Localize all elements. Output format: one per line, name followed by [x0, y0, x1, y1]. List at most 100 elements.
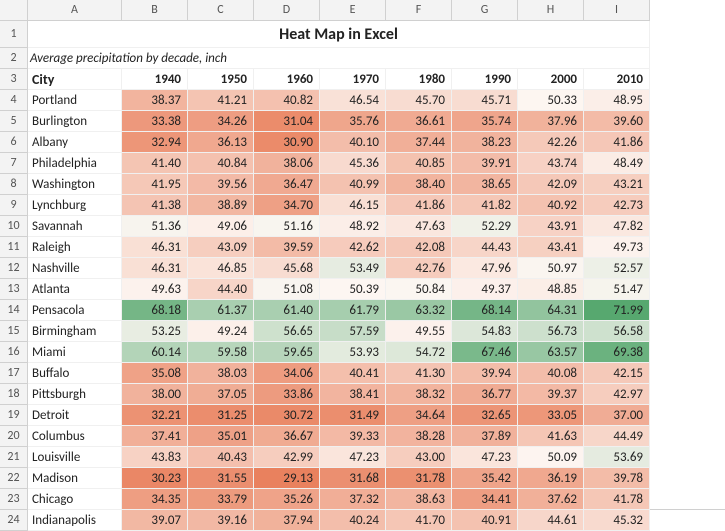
row-header[interactable]: 10 — [0, 216, 28, 237]
city-cell[interactable]: Raleigh — [28, 237, 122, 258]
data-cell[interactable]: 39.60 — [584, 111, 650, 132]
data-cell[interactable]: 43.21 — [584, 174, 650, 195]
data-cell[interactable]: 38.63 — [386, 489, 452, 510]
data-cell[interactable]: 35.08 — [122, 363, 188, 384]
city-cell[interactable]: Nashville — [28, 258, 122, 279]
data-cell[interactable]: 39.94 — [452, 363, 518, 384]
column-heading-year[interactable]: 1960 — [254, 69, 320, 90]
data-cell[interactable]: 48.95 — [584, 90, 650, 111]
row-header[interactable]: 9 — [0, 195, 28, 216]
data-cell[interactable]: 45.71 — [452, 90, 518, 111]
row-header[interactable]: 19 — [0, 405, 28, 426]
city-cell[interactable]: Portland — [28, 90, 122, 111]
data-cell[interactable]: 47.96 — [452, 258, 518, 279]
city-cell[interactable]: Albany — [28, 132, 122, 153]
data-cell[interactable]: 35.76 — [320, 111, 386, 132]
row-header[interactable]: 4 — [0, 90, 28, 111]
data-cell[interactable]: 34.64 — [386, 405, 452, 426]
select-all-corner[interactable] — [0, 0, 28, 21]
data-cell[interactable]: 53.25 — [122, 321, 188, 342]
data-cell[interactable]: 40.43 — [188, 447, 254, 468]
data-cell[interactable]: 44.61 — [518, 510, 584, 531]
city-cell[interactable]: Lynchburg — [28, 195, 122, 216]
data-cell[interactable]: 33.05 — [518, 405, 584, 426]
data-cell[interactable]: 53.93 — [320, 342, 386, 363]
data-cell[interactable]: 33.86 — [254, 384, 320, 405]
data-cell[interactable]: 44.43 — [452, 237, 518, 258]
city-cell[interactable]: Atlanta — [28, 279, 122, 300]
data-cell[interactable]: 43.74 — [518, 153, 584, 174]
data-cell[interactable]: 31.68 — [320, 468, 386, 489]
data-cell[interactable]: 47.63 — [386, 216, 452, 237]
data-cell[interactable]: 44.40 — [188, 279, 254, 300]
data-cell[interactable]: 38.06 — [254, 153, 320, 174]
data-cell[interactable]: 46.15 — [320, 195, 386, 216]
city-cell[interactable]: Columbus — [28, 426, 122, 447]
column-heading-year[interactable]: 1980 — [386, 69, 452, 90]
data-cell[interactable]: 41.63 — [518, 426, 584, 447]
data-cell[interactable]: 67.46 — [452, 342, 518, 363]
data-cell[interactable]: 38.28 — [386, 426, 452, 447]
data-cell[interactable]: 49.24 — [188, 321, 254, 342]
column-header[interactable]: E — [320, 0, 386, 21]
city-cell[interactable]: Miami — [28, 342, 122, 363]
data-cell[interactable]: 37.05 — [188, 384, 254, 405]
data-cell[interactable]: 35.74 — [452, 111, 518, 132]
row-header[interactable]: 15 — [0, 321, 28, 342]
data-cell[interactable]: 45.68 — [254, 258, 320, 279]
data-cell[interactable]: 51.47 — [584, 279, 650, 300]
data-cell[interactable]: 40.24 — [320, 510, 386, 531]
column-header[interactable]: F — [386, 0, 452, 21]
data-cell[interactable]: 37.89 — [452, 426, 518, 447]
data-cell[interactable]: 63.32 — [386, 300, 452, 321]
row-header[interactable]: 13 — [0, 279, 28, 300]
data-cell[interactable]: 49.55 — [386, 321, 452, 342]
data-cell[interactable]: 40.92 — [518, 195, 584, 216]
data-cell[interactable]: 38.41 — [320, 384, 386, 405]
data-cell[interactable]: 35.26 — [254, 489, 320, 510]
data-cell[interactable]: 47.23 — [452, 447, 518, 468]
data-cell[interactable]: 38.65 — [452, 174, 518, 195]
data-cell[interactable]: 37.00 — [584, 405, 650, 426]
data-cell[interactable]: 47.23 — [320, 447, 386, 468]
city-cell[interactable]: Washington — [28, 174, 122, 195]
data-cell[interactable]: 57.59 — [320, 321, 386, 342]
data-cell[interactable]: 54.72 — [386, 342, 452, 363]
data-cell[interactable]: 40.99 — [320, 174, 386, 195]
data-cell[interactable]: 56.65 — [254, 321, 320, 342]
column-heading-city[interactable]: City — [28, 69, 122, 90]
column-heading-year[interactable]: 1950 — [188, 69, 254, 90]
column-heading-year[interactable]: 2010 — [584, 69, 650, 90]
row-header[interactable]: 11 — [0, 237, 28, 258]
data-cell[interactable]: 41.40 — [122, 153, 188, 174]
city-cell[interactable]: Buffalo — [28, 363, 122, 384]
row-header[interactable]: 8 — [0, 174, 28, 195]
city-cell[interactable]: Savannah — [28, 216, 122, 237]
data-cell[interactable]: 56.58 — [584, 321, 650, 342]
data-cell[interactable]: 41.86 — [386, 195, 452, 216]
data-cell[interactable]: 48.92 — [320, 216, 386, 237]
city-cell[interactable]: Detroit — [28, 405, 122, 426]
data-cell[interactable]: 43.09 — [188, 237, 254, 258]
city-cell[interactable]: Birmingham — [28, 321, 122, 342]
data-cell[interactable]: 50.97 — [518, 258, 584, 279]
row-header[interactable]: 5 — [0, 111, 28, 132]
data-cell[interactable]: 61.40 — [254, 300, 320, 321]
data-cell[interactable]: 36.61 — [386, 111, 452, 132]
data-cell[interactable]: 41.21 — [188, 90, 254, 111]
data-cell[interactable]: 40.10 — [320, 132, 386, 153]
data-cell[interactable]: 38.03 — [188, 363, 254, 384]
data-cell[interactable]: 37.62 — [518, 489, 584, 510]
data-cell[interactable]: 42.26 — [518, 132, 584, 153]
row-header[interactable]: 21 — [0, 447, 28, 468]
data-cell[interactable]: 38.37 — [122, 90, 188, 111]
data-cell[interactable]: 50.39 — [320, 279, 386, 300]
row-header[interactable]: 20 — [0, 426, 28, 447]
data-cell[interactable]: 45.70 — [386, 90, 452, 111]
data-cell[interactable]: 50.84 — [386, 279, 452, 300]
data-cell[interactable]: 39.91 — [452, 153, 518, 174]
column-header[interactable]: C — [188, 0, 254, 21]
data-cell[interactable]: 43.91 — [518, 216, 584, 237]
column-header[interactable]: I — [584, 0, 650, 21]
data-cell[interactable]: 38.00 — [122, 384, 188, 405]
